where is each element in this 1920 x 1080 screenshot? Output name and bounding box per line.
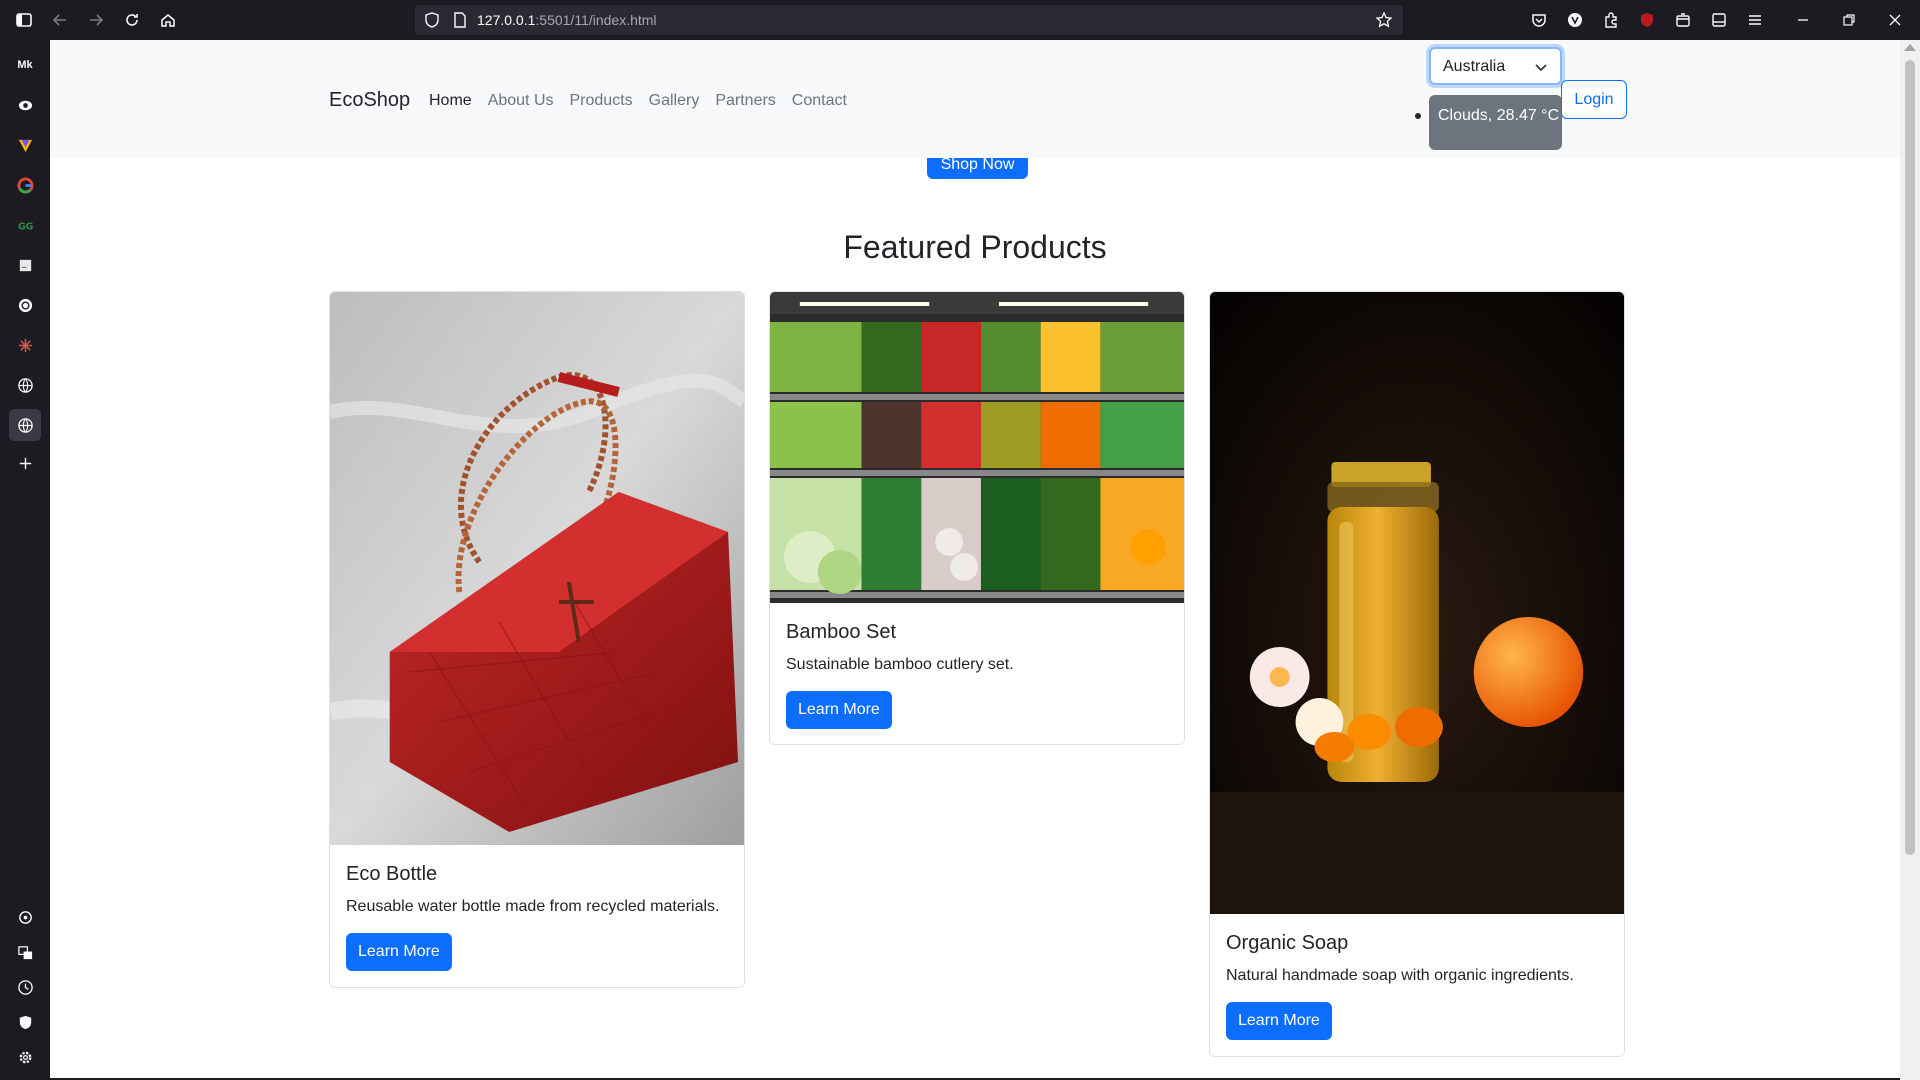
bookmark-star-icon[interactable] [1375, 11, 1393, 29]
product-image-vegetables [770, 292, 1184, 603]
svg-text:GG: GG [17, 221, 33, 232]
scrollbar-thumb[interactable] [1905, 60, 1915, 855]
product-card: Bamboo Set Sustainable bamboo cutlery se… [769, 291, 1185, 745]
plus-icon[interactable] [13, 451, 37, 475]
learn-more-button[interactable]: Learn More [1226, 1002, 1332, 1040]
restore-icon[interactable] [1837, 8, 1861, 32]
minimize-icon[interactable] [1791, 8, 1815, 32]
forward-arrow-icon[interactable] [84, 8, 108, 32]
globe-active-icon[interactable] [9, 409, 41, 441]
tracking-shield-icon[interactable] [423, 11, 441, 29]
featured-products-title: Featured Products [843, 229, 1107, 265]
browser-sidebar: Mk GG [0, 40, 50, 1080]
url-text[interactable]: 127.0.0.1:5501/11/index.html [477, 12, 657, 28]
nav-link-products[interactable]: Products [570, 92, 633, 110]
page-info-icon[interactable] [451, 11, 469, 29]
nav-link-home[interactable]: Home [429, 92, 472, 110]
shield-icon[interactable] [13, 1010, 37, 1034]
gfg-icon[interactable]: GG [13, 213, 37, 237]
nav-links: Home About Us Products Gallery Partners … [429, 92, 847, 110]
product-title: Eco Bottle [346, 863, 438, 885]
product-description: Sustainable bamboo cutlery set. [786, 656, 1014, 673]
sidebar-toggle-icon[interactable] [12, 8, 36, 32]
google-icon[interactable] [13, 173, 37, 197]
product-card: Organic Soap Natural handmade soap with … [1209, 291, 1625, 1057]
mk-icon[interactable]: Mk [13, 53, 37, 77]
url-path: :5501/11/index.html [535, 12, 657, 28]
note-icon[interactable] [13, 253, 37, 277]
product-card: Eco Bottle Reusable water bottle made fr… [329, 291, 745, 988]
scroll-up-icon[interactable] [1904, 44, 1916, 51]
login-button[interactable]: Login [1561, 80, 1627, 119]
translate-icon[interactable] [13, 940, 37, 964]
nav-link-contact[interactable]: Contact [792, 92, 847, 110]
weather-badge: Clouds, 28.47 °C [1429, 95, 1562, 150]
home-icon[interactable] [156, 8, 180, 32]
learn-more-button[interactable]: Learn More [786, 691, 892, 729]
ublock-icon[interactable] [1635, 8, 1659, 32]
shop-now-button[interactable]: Shop Now [927, 158, 1028, 179]
spark-icon[interactable] [13, 333, 37, 357]
mk-label: Mk [17, 59, 33, 71]
url-host: 127.0.0.1 [477, 12, 536, 28]
learn-more-button[interactable]: Learn More [346, 933, 452, 971]
vpn-icon[interactable] [1563, 8, 1587, 32]
ai-icon[interactable] [13, 905, 37, 929]
nav-link-partners[interactable]: Partners [715, 92, 775, 110]
product-description: Reusable water bottle made from recycled… [346, 898, 720, 915]
nav-link-gallery[interactable]: Gallery [649, 92, 700, 110]
history-icon[interactable] [13, 975, 37, 999]
weather-bullet [1415, 113, 1421, 119]
eye-icon[interactable] [13, 93, 37, 117]
close-icon[interactable] [1883, 8, 1907, 32]
vivaldi-icon[interactable] [13, 133, 37, 157]
country-select-value: Australia [1443, 58, 1506, 75]
site-navbar: EcoShop Home About Us Products Gallery P… [50, 40, 1900, 158]
page-viewport: EcoShop Home About Us Products Gallery P… [50, 40, 1900, 1078]
url-bar[interactable]: 127.0.0.1:5501/11/index.html [415, 5, 1403, 35]
nav-link-about[interactable]: About Us [488, 92, 554, 110]
product-title: Organic Soap [1226, 932, 1349, 954]
settings-icon[interactable] [13, 1045, 37, 1069]
country-select[interactable]: Australia [1429, 47, 1562, 85]
product-description: Natural handmade soap with organic ingre… [1226, 967, 1574, 984]
pocket-icon[interactable] [1527, 8, 1551, 32]
brand-logo[interactable]: EcoShop [329, 89, 410, 112]
chevron-down-icon [1535, 64, 1547, 72]
product-image-handbag [330, 292, 744, 845]
openai-icon[interactable] [13, 293, 37, 317]
back-arrow-icon[interactable] [48, 8, 72, 32]
reader-view-icon[interactable] [1707, 8, 1731, 32]
reload-icon[interactable] [120, 8, 144, 32]
container-icon[interactable] [1671, 8, 1695, 32]
product-image-honey-jar [1210, 292, 1624, 914]
product-title: Bamboo Set [786, 621, 897, 643]
extensions-icon[interactable] [1599, 8, 1623, 32]
globe-icon[interactable] [13, 373, 37, 397]
menu-icon[interactable] [1743, 8, 1767, 32]
browser-toolbar: 127.0.0.1:5501/11/index.html [0, 0, 1920, 40]
